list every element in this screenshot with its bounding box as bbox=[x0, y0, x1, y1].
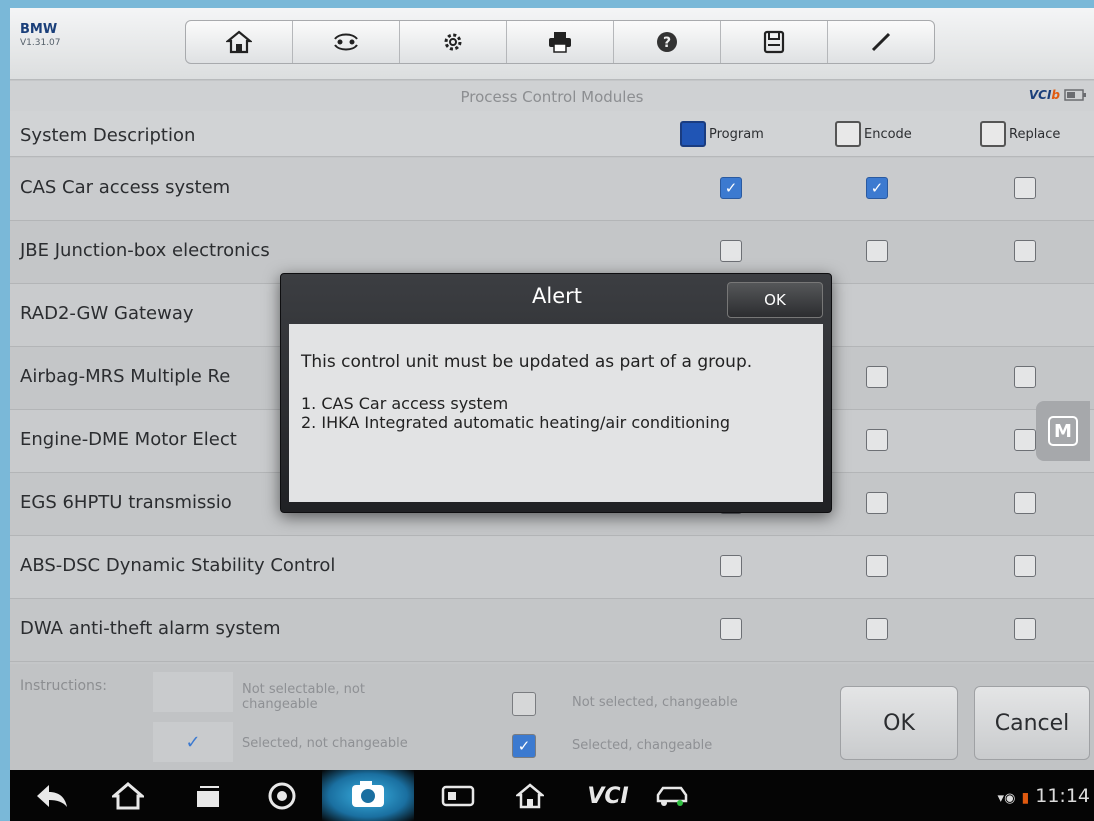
alert-message: This control unit must be updated as par… bbox=[301, 352, 753, 372]
column-program[interactable]: Program bbox=[680, 120, 764, 148]
side-menu-label: M bbox=[1048, 416, 1078, 446]
ok-button[interactable]: OK bbox=[840, 686, 958, 760]
row-label: Airbag-MRS Multiple Re bbox=[20, 366, 231, 387]
program-checkbox[interactable] bbox=[720, 618, 742, 640]
column-program-label: Program bbox=[709, 126, 764, 142]
alert-body: This control unit must be updated as par… bbox=[289, 324, 823, 502]
program-checkbox[interactable] bbox=[720, 555, 742, 577]
legend-selected-not-changeable: Selected, not changeable bbox=[242, 736, 408, 751]
legend-unchecked-box bbox=[512, 692, 536, 716]
brand-block: BMW V1.31.07 bbox=[20, 22, 61, 48]
vehicle-swap-icon[interactable] bbox=[293, 21, 400, 63]
legend-not-selected-changeable: Not selected, changeable bbox=[572, 695, 738, 710]
column-replace[interactable]: Replace bbox=[980, 120, 1060, 148]
vci-status: VCIb bbox=[1029, 88, 1060, 102]
battery-status-icon: ▮ bbox=[1021, 790, 1030, 806]
svg-text:?: ? bbox=[663, 35, 671, 51]
encode-checkbox[interactable] bbox=[866, 555, 888, 577]
alert-list: 1. CAS Car access system 2. IHKA Integra… bbox=[301, 394, 823, 432]
legend-not-selectable-swatch bbox=[153, 672, 233, 712]
home-app-icon[interactable] bbox=[508, 778, 552, 814]
row-label: CAS Car access system bbox=[20, 177, 231, 198]
clock-time: 11:14 bbox=[1035, 785, 1090, 807]
side-menu-button[interactable]: M bbox=[1036, 401, 1090, 461]
program-select-all-checkbox[interactable] bbox=[680, 121, 706, 147]
legend-check-icon: ✓ bbox=[153, 722, 233, 762]
encode-checkbox[interactable] bbox=[866, 429, 888, 451]
system-navbar: VCI ▾◉ ▮ 11:14 bbox=[10, 770, 1094, 821]
encode-checkbox[interactable] bbox=[866, 492, 888, 514]
encode-checkbox[interactable] bbox=[866, 366, 888, 388]
brand-name: BMW bbox=[20, 22, 58, 37]
alert-list-item: 2. IHKA Integrated automatic heating/air… bbox=[301, 413, 731, 432]
save-icon[interactable] bbox=[721, 21, 828, 63]
status-clock: ▾◉ ▮ 11:14 bbox=[998, 785, 1090, 807]
vci-nav-label: VCI bbox=[587, 783, 629, 809]
row-label: Engine-DME Motor Elect bbox=[20, 429, 237, 450]
row-label: RAD2-GW Gateway bbox=[20, 303, 194, 324]
row-label: JBE Junction-box electronics bbox=[20, 240, 270, 261]
replace-checkbox[interactable] bbox=[1014, 555, 1036, 577]
legend-not-selectable-line2: changeable bbox=[242, 697, 318, 712]
program-checkbox[interactable] bbox=[720, 240, 742, 262]
program-checkbox[interactable]: ✓ bbox=[720, 177, 742, 199]
vci-nav-icon[interactable]: VCI bbox=[578, 778, 638, 814]
version-label: V1.31.07 bbox=[20, 38, 61, 48]
home-icon[interactable] bbox=[186, 21, 293, 63]
subtitle-bar: Process Control Modules VCIb bbox=[10, 81, 1094, 111]
legend-checked-box: ✓ bbox=[512, 734, 536, 758]
column-replace-label: Replace bbox=[1009, 126, 1061, 142]
column-system-description: System Description bbox=[20, 125, 196, 146]
legend-not-selectable-text: Not selectable, not changeable bbox=[242, 682, 392, 712]
replace-checkbox[interactable] bbox=[1014, 366, 1036, 388]
legend-selected-changeable: Selected, changeable bbox=[572, 738, 713, 753]
app-screen: BMW V1.31.07 ? Process Control Modules V… bbox=[10, 8, 1094, 821]
toolbar: ? bbox=[185, 20, 935, 64]
browser-icon[interactable] bbox=[260, 778, 304, 814]
table-header: System Description Program Encode Replac… bbox=[10, 111, 1094, 157]
instructions-panel: Instructions: Not selectable, not change… bbox=[10, 664, 1094, 770]
alert-ok-button[interactable]: OK bbox=[727, 282, 823, 318]
encode-checkbox[interactable]: ✓ bbox=[866, 177, 888, 199]
encode-select-all-checkbox[interactable] bbox=[835, 121, 861, 147]
back-icon[interactable] bbox=[30, 778, 74, 814]
alert-dialog: Alert OK This control unit must be updat… bbox=[280, 273, 832, 513]
instructions-label: Instructions: bbox=[20, 678, 107, 694]
vehicle-nav-icon[interactable] bbox=[650, 778, 694, 814]
top-bar: BMW V1.31.07 ? bbox=[10, 8, 1094, 80]
encode-checkbox[interactable] bbox=[866, 618, 888, 640]
row-label: EGS 6HPTU transmissio bbox=[20, 492, 232, 513]
replace-select-all-checkbox[interactable] bbox=[980, 121, 1006, 147]
column-encode[interactable]: Encode bbox=[835, 120, 912, 148]
table-row[interactable]: CAS Car access system ✓ ✓ bbox=[10, 158, 1094, 221]
settings-gear-icon[interactable] bbox=[400, 21, 507, 63]
screenshot-button[interactable] bbox=[322, 770, 414, 821]
recent-apps-icon[interactable] bbox=[186, 778, 230, 814]
table-row[interactable]: ABS-DSC Dynamic Stability Control bbox=[10, 536, 1094, 599]
row-label: ABS-DSC Dynamic Stability Control bbox=[20, 555, 336, 576]
replace-checkbox[interactable] bbox=[1014, 177, 1036, 199]
column-encode-label: Encode bbox=[864, 126, 912, 142]
home-nav-icon[interactable] bbox=[106, 778, 150, 814]
display-toggle-icon[interactable] bbox=[436, 778, 480, 814]
encode-checkbox[interactable] bbox=[866, 240, 888, 262]
vci-b-label: b bbox=[1051, 88, 1060, 102]
cancel-button[interactable]: Cancel bbox=[974, 686, 1090, 760]
wifi-icon: ▾◉ bbox=[997, 791, 1016, 806]
vci-label: VCI bbox=[1028, 88, 1052, 102]
legend-not-selectable-line1: Not selectable, not bbox=[242, 682, 365, 697]
table-row[interactable]: DWA anti-theft alarm system bbox=[10, 599, 1094, 662]
edit-pen-icon[interactable] bbox=[828, 21, 934, 63]
print-icon[interactable] bbox=[507, 21, 614, 63]
battery-icon bbox=[1064, 88, 1088, 105]
replace-checkbox[interactable] bbox=[1014, 492, 1036, 514]
replace-checkbox[interactable] bbox=[1014, 240, 1036, 262]
replace-checkbox[interactable] bbox=[1014, 429, 1036, 451]
replace-checkbox[interactable] bbox=[1014, 618, 1036, 640]
help-icon[interactable]: ? bbox=[614, 21, 721, 63]
row-label: DWA anti-theft alarm system bbox=[20, 618, 281, 639]
page-title: Process Control Modules bbox=[460, 88, 644, 106]
alert-list-item: 1. CAS Car access system bbox=[301, 394, 509, 413]
